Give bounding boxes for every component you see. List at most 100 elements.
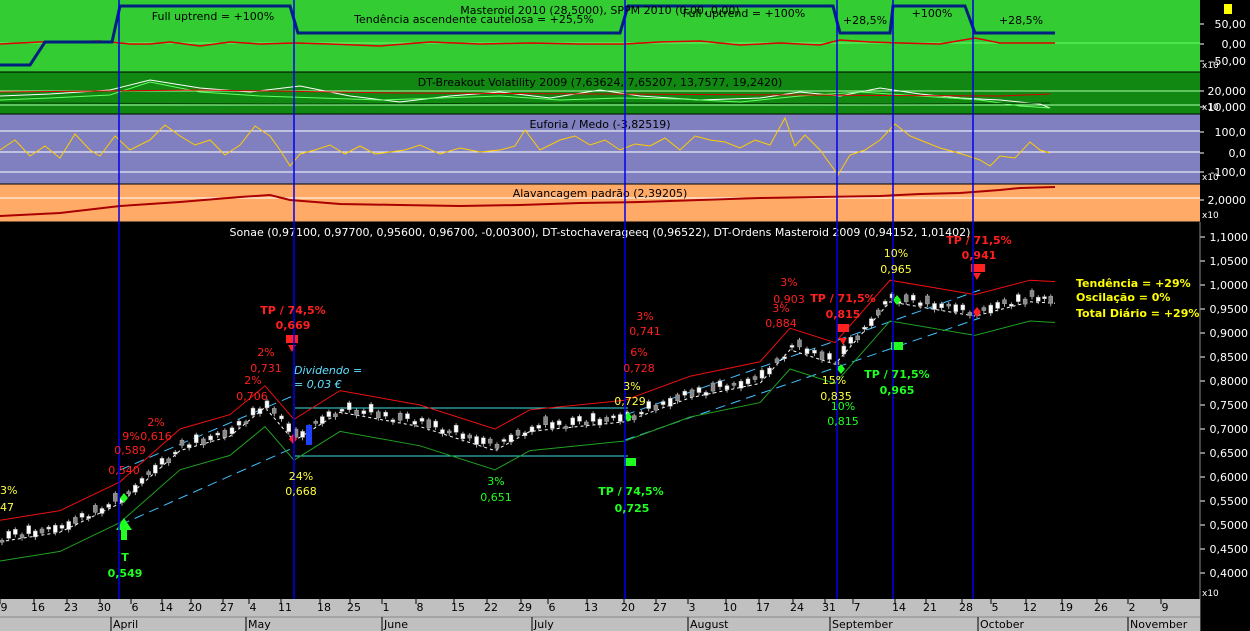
- panel1-label-5: +100%: [912, 7, 953, 20]
- candle-body: [279, 415, 284, 420]
- candle-body: [903, 294, 909, 303]
- signal-annotation: 0,941: [962, 249, 997, 262]
- candle-body: [126, 491, 131, 494]
- x-month-label: September: [832, 618, 893, 631]
- candle-body: [453, 424, 459, 433]
- signal-annotation: 9%: [122, 430, 139, 443]
- candle-body: [146, 471, 151, 475]
- candle-body: [1036, 296, 1041, 302]
- signal-annotation: 0,616: [140, 430, 172, 443]
- candle-body: [812, 349, 817, 354]
- x-scale-tag: x10: [1202, 621, 1219, 631]
- candle-body: [953, 304, 958, 312]
- candle-body: [543, 416, 548, 425]
- signal-annotation: 3%: [0, 484, 17, 497]
- signal-annotation: TP / 71,5%: [810, 292, 875, 305]
- x-day-tick: 4: [250, 601, 257, 614]
- x-day-tick: 18: [317, 601, 331, 614]
- signal-annotation: 0,729: [614, 395, 646, 408]
- x-day-tick: 21: [923, 601, 937, 614]
- candle-body: [789, 345, 795, 348]
- price-y-tick: 0,4000: [1210, 567, 1249, 580]
- signal-annotation: 3%: [636, 310, 653, 323]
- candle-body: [86, 516, 91, 519]
- candle-body: [767, 367, 772, 375]
- candle-body: [139, 478, 145, 484]
- x-day-tick: 31: [822, 601, 836, 614]
- candle-body: [703, 392, 709, 396]
- candle-body: [550, 422, 555, 429]
- x-day-tick: 7: [854, 601, 861, 614]
- signal-annotation: 10%: [884, 247, 908, 260]
- panel1-label-1: Full uptrend = +100%: [152, 10, 274, 23]
- x-day-tick: 15: [451, 601, 465, 614]
- candle-body: [93, 505, 98, 513]
- panel3-y-tick: 100,0: [1215, 126, 1247, 139]
- candle-body: [1048, 296, 1053, 304]
- candle-body: [738, 380, 744, 389]
- x-day-tick: 14: [159, 601, 173, 614]
- candle-body: [201, 438, 206, 446]
- candle-body: [675, 394, 680, 401]
- signal-annotation: 0,589: [114, 444, 146, 457]
- x-day-tick: 30: [97, 601, 111, 614]
- panel3-title: Euforia / Medo (-3,82519): [529, 118, 670, 131]
- signal-annotation: 0,741: [629, 325, 661, 338]
- candle-body: [53, 525, 58, 533]
- signal-annotation: 0,549: [108, 567, 143, 580]
- candle-body: [570, 417, 575, 426]
- signal-annotation: 0,965: [880, 263, 912, 276]
- price-y-tick: 0,7000: [1210, 423, 1249, 436]
- candle-body: [819, 351, 825, 361]
- panel4-y-tick: 2,0000: [1208, 194, 1247, 207]
- x-day-tick: 8: [417, 601, 424, 614]
- candle-body: [508, 434, 514, 443]
- signal-annotation: 0,728: [623, 362, 655, 375]
- signal-annotation: 0,651: [480, 491, 512, 504]
- x-day-tick: 6: [549, 601, 556, 614]
- candle-body: [710, 382, 716, 392]
- candle-body: [326, 411, 332, 417]
- x-day-tick: 16: [31, 601, 45, 614]
- candle-body: [243, 421, 249, 424]
- x-month-label: August: [690, 618, 729, 631]
- signal-annotation: 2%: [257, 346, 274, 359]
- candle-body: [960, 304, 966, 311]
- candle-body: [66, 521, 71, 530]
- candle-body: [426, 419, 432, 429]
- candle-body: [869, 318, 874, 326]
- exit-tag: [837, 324, 849, 332]
- candle-body: [113, 493, 118, 502]
- candle-body: [939, 303, 944, 309]
- candle-body: [855, 335, 860, 341]
- panel1-y-tick: 0,00: [1222, 38, 1247, 51]
- candle-body: [1002, 299, 1007, 304]
- signal-annotation: 10%: [831, 400, 855, 413]
- signal-annotation: 0,668: [285, 485, 317, 498]
- signal-annotation: 0,669: [276, 319, 311, 332]
- panel4-title: Alavancagem padrão (2,39205): [513, 187, 688, 200]
- summary-total: Total Diário = +29%: [1076, 307, 1199, 320]
- price-y-tick: 0,8500: [1210, 351, 1249, 364]
- x-day-tick: 27: [653, 601, 667, 614]
- candle-body: [804, 348, 810, 354]
- price-y-tick: 0,9000: [1210, 327, 1249, 340]
- candle-body: [782, 356, 787, 359]
- x-day-tick: 25: [347, 601, 361, 614]
- x-day-tick: 2: [1129, 601, 1136, 614]
- panel3-y-tick: 0,0: [1229, 147, 1247, 160]
- exit-tag: [624, 458, 636, 466]
- x-day-tick: 26: [1094, 601, 1108, 614]
- panel1-y-tick: 50,00: [1215, 18, 1247, 31]
- panel2-scale-tag: x10: [1202, 103, 1219, 113]
- x-day-tick: 3: [689, 601, 696, 614]
- bottom-axis: 9 16 23 30 6 14 20 27 4 11 18 25 1 8 15 22 29 6 13 20 27 3 10 1…: [0, 599, 1219, 631]
- candle-body: [481, 437, 486, 445]
- signal-annotation: 3%: [487, 475, 504, 488]
- x-month-label: April: [113, 618, 138, 631]
- price-y-tick: 0,6000: [1210, 471, 1249, 484]
- exit-tag: [286, 335, 298, 343]
- x-day-tick: 11: [278, 601, 292, 614]
- candle-body: [882, 301, 888, 305]
- candle-body: [354, 410, 359, 416]
